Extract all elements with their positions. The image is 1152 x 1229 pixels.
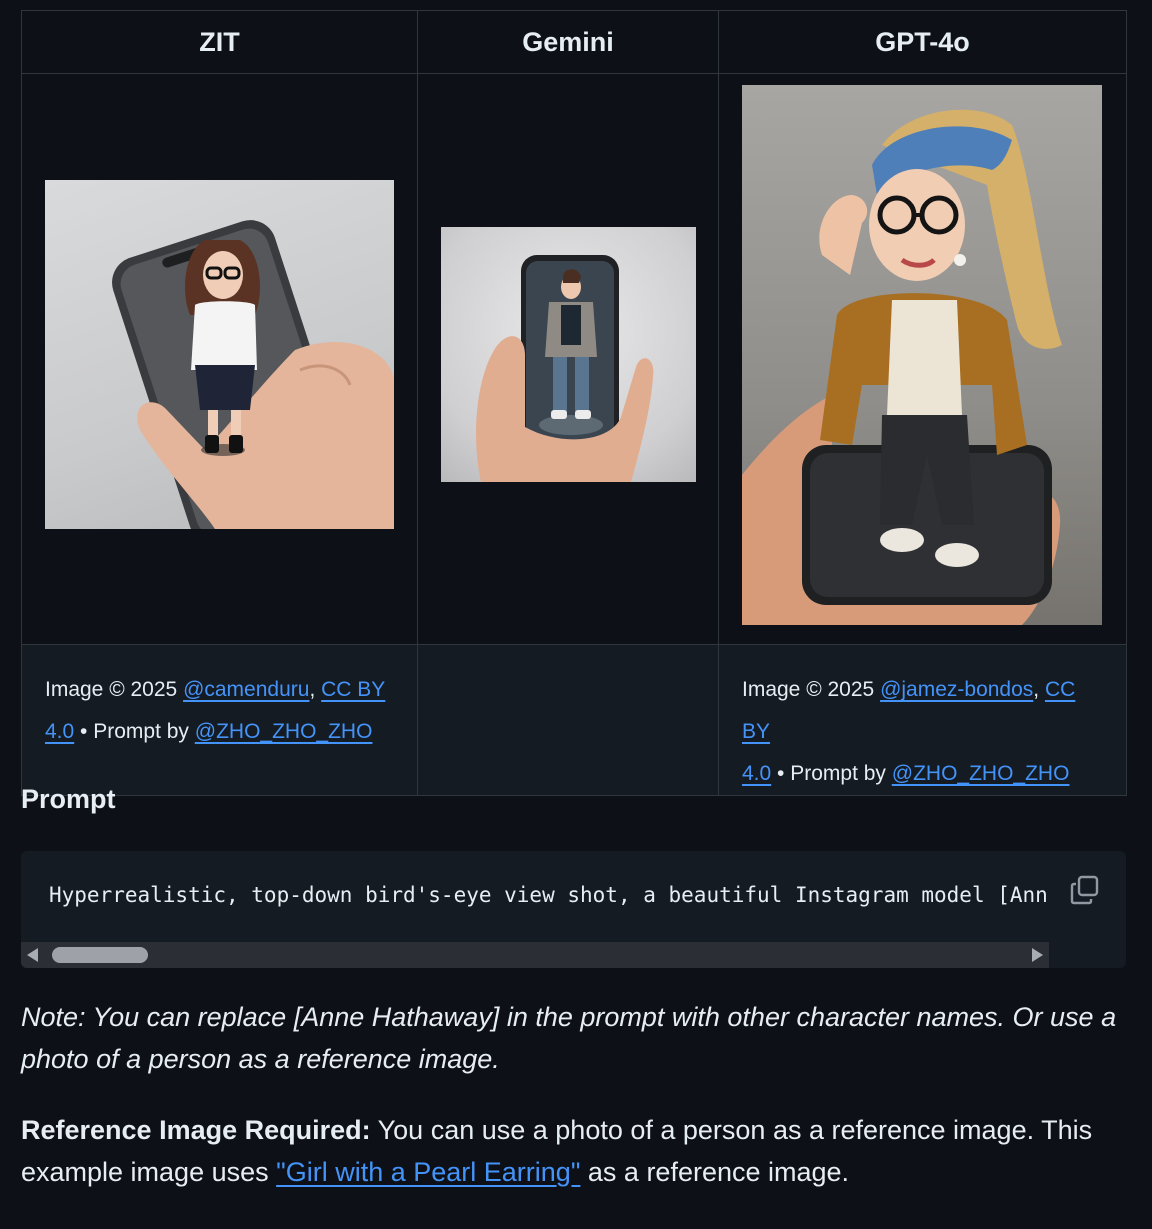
prompt-code-block[interactable]: Hyperrealistic, top-down bird's-eye view… (21, 851, 1126, 968)
gpt-image-cell (718, 73, 1127, 645)
readme-page: ZIT Gemini GPT-4o Image © 2025 @camendur… (0, 0, 1152, 1229)
header-zit: ZIT (21, 10, 418, 74)
zit-image-cell (21, 73, 418, 645)
prompt-heading: Prompt (21, 784, 116, 814)
gemini-credit-cell (417, 644, 719, 796)
copy-icon-glyph (1070, 875, 1099, 905)
table-header-row: ZIT Gemini GPT-4o (21, 10, 1127, 74)
note-paragraph: Note: You can replace [Anne Hathaway] in… (21, 1002, 1117, 1074)
gemini-result-image[interactable] (441, 227, 696, 482)
comparison-table: ZIT Gemini GPT-4o Image © 2025 @camendur… (21, 10, 1127, 796)
prompt-code-text[interactable]: Hyperrealistic, top-down bird's-eye view… (49, 883, 1049, 907)
license-text-part-2: 4.0 (45, 720, 75, 743)
reference-tail: as a reference image. (580, 1157, 850, 1187)
scrollbar-thumb[interactable] (52, 947, 148, 963)
pearl-earring-link[interactable]: "Girl with a Pearl Earring" (276, 1157, 580, 1187)
reference-paragraph: Reference Image Required: You can use a … (21, 1109, 1126, 1193)
license-text-part-1: CC BY (321, 678, 386, 701)
gemini-image-cell (417, 73, 719, 645)
license-text-part-2: 4.0 (742, 762, 772, 785)
header-gpt4o: GPT-4o (718, 10, 1127, 74)
table-credit-row: Image © 2025 @camenduru, CC BY 4.0 • Prom… (21, 644, 1127, 796)
credit-separator: , (1033, 678, 1045, 701)
credit-prefix: Image © 2025 (45, 678, 184, 701)
credit-prefix: Image © 2025 (742, 678, 881, 701)
zit-author-link[interactable]: @camenduru (183, 678, 309, 701)
gpt-credit-cell: Image © 2025 @jamez-bondos, CC BY 4.0 • P… (718, 644, 1127, 796)
credit-separator: , (309, 678, 322, 701)
table-image-row (21, 73, 1127, 645)
zit-prompt-author-link[interactable]: @ZHO_ZHO_ZHO (195, 720, 373, 743)
reference-label: Reference Image Required: (21, 1115, 371, 1145)
scroll-right-arrow-icon[interactable] (1032, 948, 1043, 962)
header-gemini: Gemini (417, 10, 719, 74)
gpt4o-photo-illustration (742, 109, 1062, 625)
gemini-photo-illustration (476, 255, 654, 482)
gpt-prompt-author-link[interactable]: @ZHO_ZHO_ZHO (892, 762, 1070, 785)
scroll-left-arrow-icon[interactable] (27, 948, 38, 962)
copy-icon[interactable] (1070, 875, 1100, 905)
horizontal-scrollbar[interactable] (21, 942, 1049, 968)
zit-credit-cell: Image © 2025 @camenduru, CC BY 4.0 • Prom… (21, 644, 418, 796)
credit-prompt-by: • Prompt by (771, 762, 892, 785)
gpt4o-result-image[interactable] (742, 85, 1102, 625)
zit-photo-illustration (112, 220, 394, 529)
zit-result-image[interactable] (45, 180, 394, 529)
credit-prompt-by: • Prompt by (74, 720, 195, 743)
gpt-author-link[interactable]: @jamez-bondos (880, 678, 1033, 701)
zit-credit: Image © 2025 @camenduru, CC BY 4.0 • Prom… (22, 645, 417, 753)
gpt-credit: Image © 2025 @jamez-bondos, CC BY 4.0 • P… (719, 645, 1126, 795)
